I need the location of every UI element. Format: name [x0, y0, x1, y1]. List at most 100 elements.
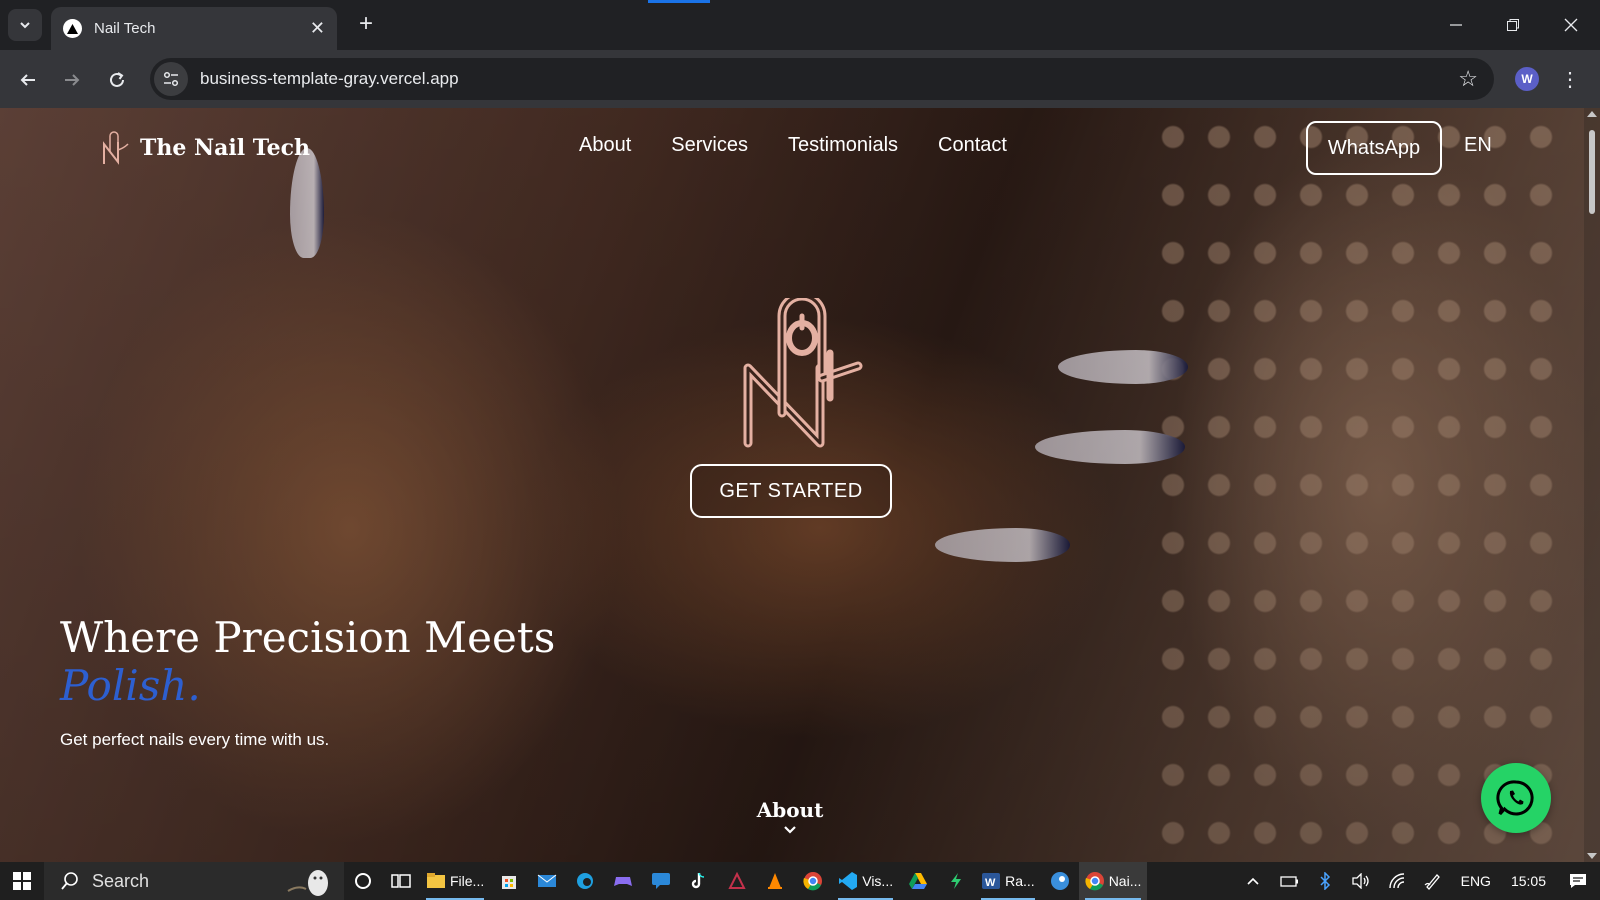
reload-button[interactable]	[101, 64, 133, 96]
page-scrollbar[interactable]	[1584, 108, 1600, 862]
search-icon	[61, 872, 78, 890]
tab-title: Nail Tech	[94, 20, 156, 37]
taskbar-app-label: File...	[450, 873, 485, 889]
chevron-up-icon	[1247, 877, 1259, 885]
battery-status[interactable]	[1271, 862, 1307, 900]
url-text[interactable]: business-template-gray.vercel.app	[200, 69, 1458, 89]
vscode-icon	[839, 872, 858, 890]
taskbar-app-vlc[interactable]	[756, 862, 794, 900]
store-icon	[502, 876, 517, 889]
taskbar-app-feedback[interactable]	[642, 862, 680, 900]
search-highlight-owl-icon	[287, 870, 328, 896]
hero-title: Where Precision Meets	[60, 613, 556, 662]
nav-services[interactable]: Services	[671, 134, 748, 157]
task-view-icon	[391, 874, 411, 888]
bookmark-star-icon[interactable]: ☆	[1458, 66, 1478, 92]
network-status[interactable]	[1379, 862, 1415, 900]
speaker-icon	[1351, 873, 1369, 889]
taskbar-app-store[interactable]	[490, 862, 528, 900]
cortana-button[interactable]	[344, 862, 382, 900]
taskbar-app-chrome[interactable]	[794, 862, 832, 900]
get-started-button[interactable]: GET STARTED	[690, 464, 892, 518]
input-language[interactable]: ENG	[1451, 873, 1501, 889]
tiktok-icon	[692, 872, 705, 889]
browser-menu-icon[interactable]: ⋮	[1560, 64, 1580, 94]
taskbar-app-vscode[interactable]: Vis...	[832, 862, 899, 900]
taskbar-search[interactable]: Search	[44, 862, 344, 900]
minimize-button[interactable]	[1436, 10, 1476, 40]
whatsapp-floating-button[interactable]	[1481, 763, 1551, 833]
restore-icon	[1507, 19, 1519, 31]
mail-icon	[537, 874, 557, 887]
forward-button[interactable]	[56, 64, 88, 96]
bluetooth-icon	[1320, 872, 1330, 890]
taskbar-app-tiktok[interactable]	[680, 862, 718, 900]
clock[interactable]: 15:05	[1501, 873, 1556, 889]
lightning-icon	[951, 873, 962, 889]
minimize-icon	[1450, 24, 1462, 26]
pen-workspace-button[interactable]	[1415, 862, 1451, 900]
taskbar-app-label: Ra...	[1005, 873, 1035, 889]
chrome-icon	[1085, 872, 1104, 891]
notification-icon	[1570, 874, 1586, 888]
scroll-hint-label: About	[756, 798, 824, 822]
restore-button[interactable]	[1493, 10, 1533, 40]
taskbar-app-edge[interactable]	[566, 862, 604, 900]
scroll-down-arrow[interactable]	[1587, 853, 1597, 859]
taskbar-app-chrome-active[interactable]: Nai...	[1078, 862, 1148, 900]
browser-tab-active[interactable]: Nail Tech ✕	[51, 7, 337, 50]
scroll-to-about-link[interactable]: About	[740, 798, 840, 840]
task-view-button[interactable]	[382, 862, 420, 900]
taskbar-app-mail[interactable]	[528, 862, 566, 900]
vercel-favicon-icon	[63, 19, 82, 38]
hero-subtitle: Get perfect nails every time with us.	[60, 730, 330, 749]
scroll-up-arrow[interactable]	[1587, 111, 1597, 117]
start-button[interactable]	[0, 862, 44, 900]
reload-icon	[110, 72, 124, 87]
notification-center-button[interactable]	[1556, 862, 1600, 900]
google-drive-icon	[909, 873, 928, 889]
web-page: The Nail Tech About Services Testimonial…	[0, 108, 1600, 862]
battery-icon	[1279, 876, 1298, 887]
taskbar-app-file-explorer[interactable]: File...	[420, 862, 490, 900]
brand-name: The Nail Tech	[140, 135, 310, 161]
svg-text:W: W	[985, 877, 996, 889]
address-bar[interactable]: business-template-gray.vercel.app ☆	[150, 58, 1494, 100]
close-tab-icon[interactable]: ✕	[310, 18, 325, 39]
taskbar-app-google-drive[interactable]	[899, 862, 937, 900]
new-tab-button[interactable]: +	[352, 10, 380, 38]
main-nav: About Services Testimonials Contact	[579, 134, 1007, 157]
browser-toolbar: business-template-gray.vercel.app ☆ W ⋮	[0, 50, 1600, 108]
language-selector[interactable]: EN	[1464, 134, 1492, 157]
profile-avatar[interactable]: W	[1515, 67, 1539, 91]
adobe-icon	[728, 872, 746, 889]
site-header: The Nail Tech About Services Testimonial…	[0, 108, 1600, 198]
windows-taskbar: Search File... Vis... W Ra... Nai... ENG…	[0, 862, 1600, 900]
wifi-icon	[1388, 873, 1404, 889]
taskbar-app-word[interactable]: W Ra...	[975, 862, 1041, 900]
taskbar-app-power[interactable]	[937, 862, 975, 900]
taskbar-app-adobe[interactable]	[718, 862, 756, 900]
brand-logo-link[interactable]: The Nail Tech	[100, 130, 310, 166]
whatsapp-icon	[1496, 780, 1534, 816]
volume-control[interactable]	[1343, 862, 1379, 900]
arrow-right-icon	[65, 74, 80, 86]
site-info-icon[interactable]	[154, 62, 188, 96]
nav-about[interactable]: About	[579, 134, 631, 157]
whatsapp-button[interactable]: WhatsApp	[1306, 121, 1442, 175]
nav-testimonials[interactable]: Testimonials	[788, 134, 898, 157]
taskbar-app-games[interactable]	[604, 862, 642, 900]
back-button[interactable]	[12, 64, 44, 96]
nav-contact[interactable]: Contact	[938, 134, 1007, 157]
nail-tech-logo-icon	[103, 131, 129, 165]
close-icon	[1564, 18, 1578, 32]
steam-icon	[1050, 872, 1069, 890]
bluetooth-status[interactable]	[1307, 862, 1343, 900]
system-tray: ENG 15:05	[1235, 862, 1600, 900]
taskbar-app-label: Nai...	[1108, 873, 1142, 889]
close-window-button[interactable]	[1551, 10, 1591, 40]
scrollbar-thumb[interactable]	[1589, 130, 1595, 214]
show-hidden-icons-button[interactable]	[1235, 862, 1271, 900]
taskbar-app-steam[interactable]	[1041, 862, 1079, 900]
tab-search-button[interactable]	[8, 9, 42, 41]
